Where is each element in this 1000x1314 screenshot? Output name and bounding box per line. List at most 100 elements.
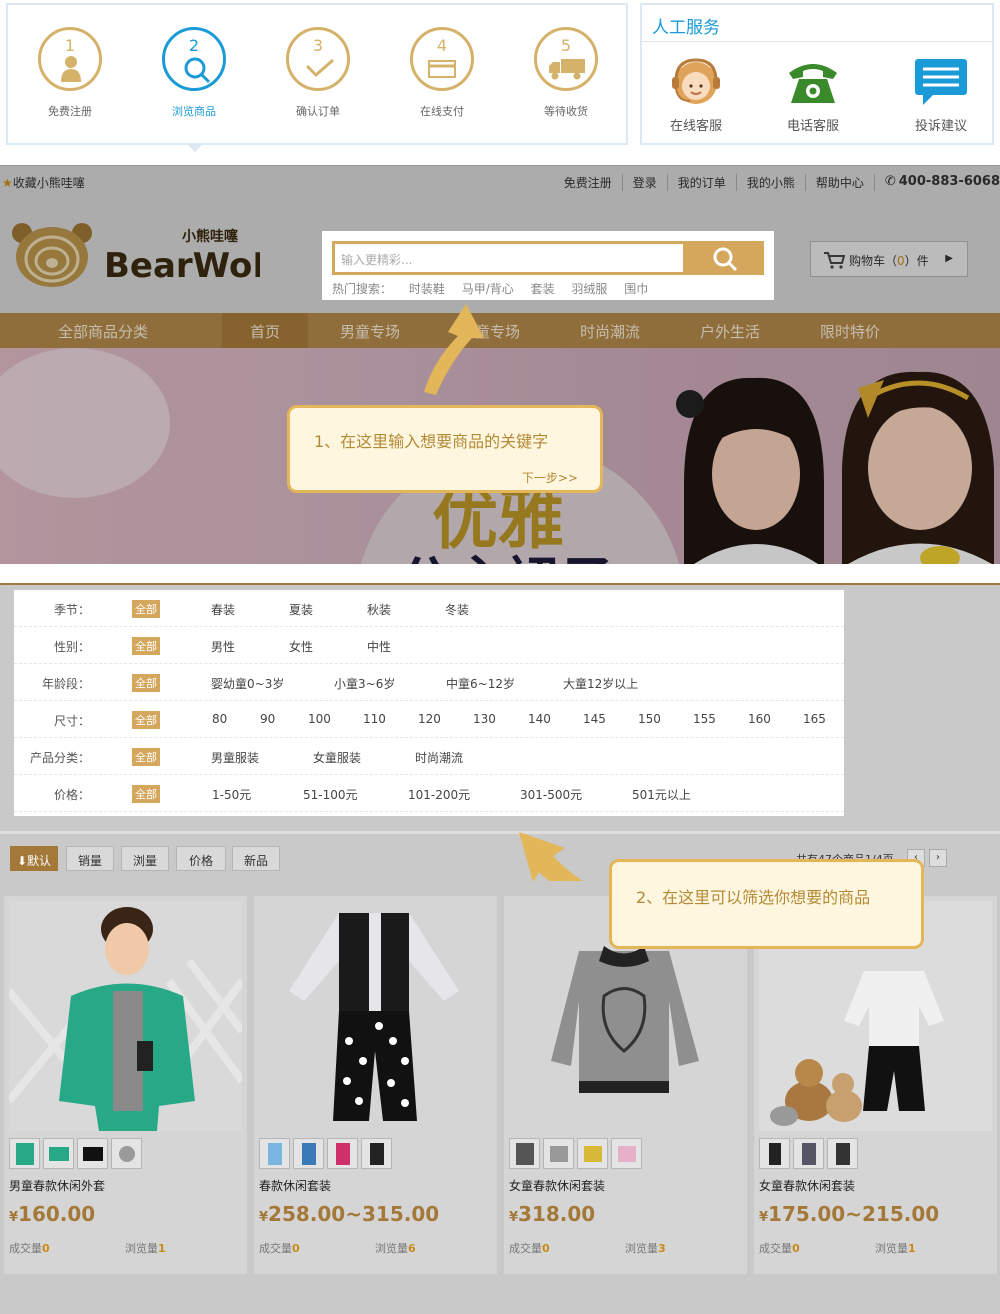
hot-search-item[interactable]: 时装鞋 (409, 282, 445, 296)
color-swatches (759, 1138, 861, 1169)
filter-option[interactable]: 1-50元 (212, 786, 251, 803)
step-browse: 2 浏览商品 (154, 27, 234, 119)
filter-option[interactable]: 小童3~6岁 (334, 675, 395, 692)
arrow-down-icon: ⬇ (16, 854, 28, 868)
checkmark-icon (305, 58, 334, 78)
color-swatches (259, 1138, 395, 1169)
search-button[interactable] (684, 241, 764, 275)
color-swatches (9, 1138, 145, 1169)
filter-all-option[interactable]: 全部 (132, 674, 160, 692)
filter-all-option[interactable]: 全部 (132, 600, 160, 618)
product-card[interactable]: 春款休闲套装 ¥258.00~315.00 成交量0 浏览量6 (254, 896, 497, 1274)
filter-option[interactable]: 女童服装 (313, 749, 361, 766)
color-thumbnail[interactable] (827, 1138, 858, 1169)
customer-service-panel: 人工服务 在线客服 电话客服 投诉建议 (640, 3, 994, 145)
tutorial-arrow-icon (424, 304, 484, 395)
hot-search-item[interactable]: 羽绒服 (571, 282, 607, 296)
filter-all-option[interactable]: 全部 (132, 637, 160, 655)
color-thumbnail[interactable] (543, 1138, 574, 1169)
filter-option[interactable]: 中性 (367, 638, 391, 655)
product-name[interactable]: 男童春款休闲外套 (9, 1177, 105, 1194)
color-thumbnail[interactable] (611, 1138, 642, 1169)
filter-option[interactable]: 春装 (211, 601, 235, 618)
color-thumbnail[interactable] (293, 1138, 324, 1169)
filter-option[interactable]: 155 (693, 712, 716, 726)
filter-option[interactable]: 120 (418, 712, 441, 726)
filter-option[interactable]: 男童服装 (211, 749, 259, 766)
filter-option[interactable]: 大童12岁以上 (563, 675, 638, 692)
filter-all-option[interactable]: 全部 (132, 785, 160, 803)
product-card[interactable]: 女童春款休闲套装 ¥175.00~215.00 成交量0 浏览量1 (754, 896, 997, 1274)
filter-option[interactable]: 101-200元 (408, 786, 470, 803)
telephone-icon (789, 64, 837, 103)
color-thumbnail[interactable] (43, 1138, 74, 1169)
filter-option[interactable]: 145 (583, 712, 606, 726)
filter-option[interactable]: 秋装 (367, 601, 391, 618)
search-icon (713, 247, 738, 272)
filter-all-option[interactable]: 全部 (132, 711, 160, 729)
sort-newest-button[interactable]: 新品 (232, 846, 280, 871)
filter-option[interactable]: 51-100元 (303, 786, 358, 803)
sort-sales-button[interactable]: 销量 (66, 846, 114, 871)
color-thumbnail[interactable] (327, 1138, 358, 1169)
filter-option[interactable]: 婴幼童0~3岁 (211, 675, 284, 692)
hot-search-item[interactable]: 马甲/背心 (462, 282, 514, 296)
filter-option[interactable]: 80 (212, 712, 227, 726)
service-title: 人工服务 (652, 18, 720, 38)
product-price: ¥175.00~215.00 (759, 1202, 940, 1226)
sales-count: 成交量0 (9, 1242, 50, 1255)
filter-option[interactable]: 150 (638, 712, 661, 726)
color-thumbnail[interactable] (759, 1138, 790, 1169)
sort-default-button[interactable]: ⬇默认 (10, 846, 58, 871)
filter-option[interactable]: 冬装 (445, 601, 469, 618)
filter-option[interactable]: 140 (528, 712, 551, 726)
color-thumbnail[interactable] (793, 1138, 824, 1169)
product-name[interactable]: 春款休闲套装 (259, 1177, 331, 1194)
filter-option[interactable]: 130 (473, 712, 496, 726)
product-card[interactable]: 女童春款休闲套装 ¥318.00 成交量0 浏览量3 (504, 896, 747, 1274)
filter-option[interactable]: 501元以上 (632, 786, 691, 803)
product-name[interactable]: 女童春款休闲套装 (509, 1177, 605, 1194)
product-card[interactable]: 男童春款休闲外套 ¥160.00 成交量0 浏览量1 (4, 896, 247, 1274)
product-name[interactable]: 女童春款休闲套装 (759, 1177, 855, 1194)
online-service-button[interactable]: 在线客服 (656, 57, 736, 134)
sort-views-button[interactable]: 浏量 (121, 846, 169, 871)
product-image[interactable] (259, 901, 492, 1131)
next-page-button[interactable]: › (929, 849, 947, 867)
color-thumbnail[interactable] (9, 1138, 40, 1169)
filter-option[interactable]: 男性 (211, 638, 235, 655)
filter-option[interactable]: 时尚潮流 (415, 749, 463, 766)
color-swatches (509, 1138, 645, 1169)
complaint-suggestion-button[interactable]: 投诉建议 (901, 57, 981, 134)
filter-option[interactable]: 110 (363, 712, 386, 726)
sort-price-button[interactable]: 价格 (176, 846, 226, 871)
filter-option[interactable]: 160 (748, 712, 771, 726)
filter-option[interactable]: 165 (803, 712, 826, 726)
step-confirm-order: 3 确认订单 (278, 27, 358, 119)
phone-service-button[interactable]: 电话客服 (773, 57, 853, 134)
filter-all-option[interactable]: 全部 (132, 748, 160, 766)
chat-bubble-icon (915, 59, 967, 105)
product-image[interactable] (9, 901, 242, 1131)
product-price: ¥318.00 (509, 1202, 596, 1226)
hot-search-item[interactable]: 围巾 (624, 282, 648, 296)
color-thumbnail[interactable] (509, 1138, 540, 1169)
next-step-link[interactable]: 下一步>> (522, 469, 578, 486)
filter-option[interactable]: 女性 (289, 638, 313, 655)
color-thumbnail[interactable] (111, 1138, 142, 1169)
color-thumbnail[interactable] (361, 1138, 392, 1169)
filter-option[interactable]: 中童6~12岁 (446, 675, 515, 692)
filter-option[interactable]: 90 (260, 712, 275, 726)
color-thumbnail[interactable] (259, 1138, 290, 1169)
color-thumbnail[interactable] (77, 1138, 108, 1169)
hot-search-item[interactable]: 套装 (531, 282, 555, 296)
filter-option[interactable]: 100 (308, 712, 331, 726)
tutorial-overlay (0, 165, 1000, 564)
view-count: 浏览量1 (875, 1242, 916, 1255)
filter-option[interactable]: 夏装 (289, 601, 313, 618)
outfit-set-photo (289, 913, 459, 1121)
filter-option[interactable]: 301-500元 (520, 786, 582, 803)
view-count: 浏览量6 (375, 1242, 416, 1255)
color-thumbnail[interactable] (577, 1138, 608, 1169)
search-input[interactable]: 输入更精彩... (332, 241, 686, 275)
